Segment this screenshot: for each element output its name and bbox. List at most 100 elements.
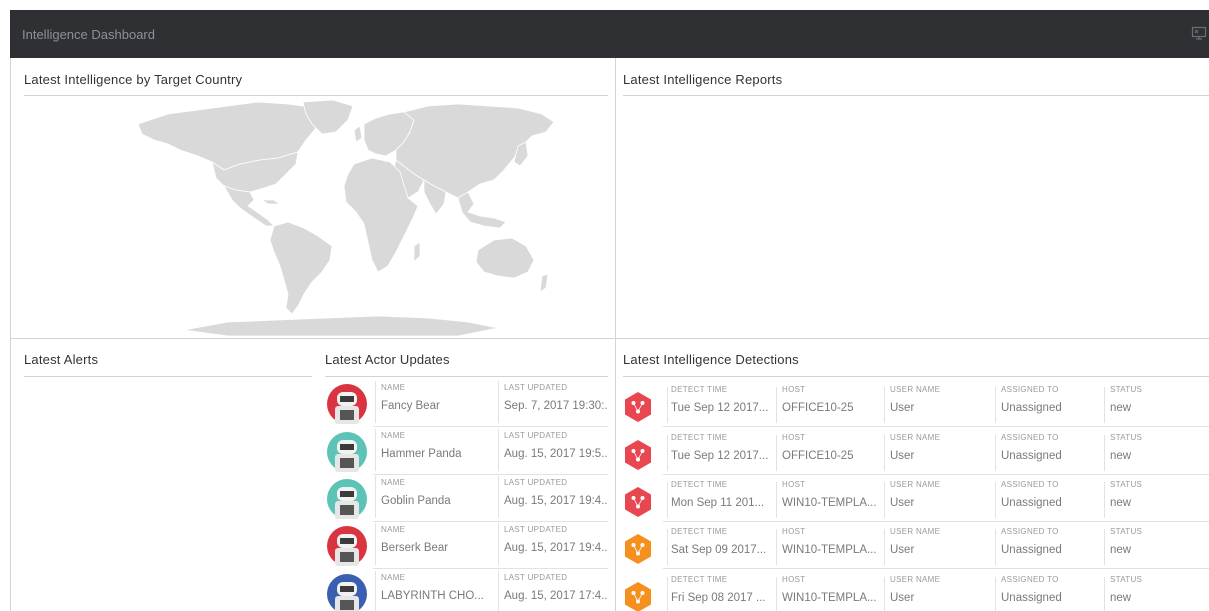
column-separator [498, 429, 499, 471]
actor-name[interactable]: Fancy Bear [381, 400, 493, 412]
map-panel-title: Latest Intelligence by Target Country [24, 72, 243, 87]
grid-divider [615, 58, 616, 611]
assigned-to-column-label: ASSIGNED TO [1001, 527, 1059, 536]
host-column-label: HOST [782, 433, 806, 442]
user-name-value: User [890, 544, 915, 556]
map-region-new-zealand[interactable] [539, 273, 549, 293]
map-region-caribbean[interactable] [260, 199, 282, 205]
status-value: new [1110, 497, 1132, 509]
updated-column-label: LAST UPDATED [504, 383, 568, 392]
assigned-to-column-label: ASSIGNED TO [1001, 575, 1059, 584]
name-column-label: NAME [381, 383, 406, 392]
detect-time-column-label: DETECT TIME [671, 480, 728, 489]
dashboard-header: Intelligence Dashboard [10, 10, 1209, 58]
status-column-label: STATUS [1110, 480, 1143, 489]
status-value: new [1110, 450, 1132, 462]
actor-name[interactable]: Berserk Bear [381, 542, 493, 554]
actor-name[interactable]: Hammer Panda [381, 448, 493, 460]
column-separator [884, 577, 885, 611]
assigned-to-value: Unassigned [1001, 402, 1062, 414]
column-separator [776, 435, 777, 471]
user-name-column-label: USER NAME [890, 433, 941, 442]
assigned-to-value: Unassigned [1001, 450, 1062, 462]
map-region-madagascar[interactable] [413, 241, 421, 263]
world-map[interactable] [128, 100, 558, 336]
panel-title-underline [623, 376, 1209, 377]
host-value: WIN10-TEMPLA... [782, 544, 877, 556]
bear-avatar [327, 526, 367, 566]
map-region-central-america[interactable] [223, 185, 275, 227]
detection-row[interactable]: DETECT TIME Tue Sep 12 2017... HOST OFFICE1… [623, 379, 1209, 427]
name-column-label: NAME [381, 478, 406, 487]
column-separator [375, 571, 376, 611]
column-separator [884, 529, 885, 565]
name-column-label: NAME [381, 525, 406, 534]
panel-title-underline [325, 376, 608, 377]
detection-severity-icon [625, 392, 651, 422]
name-column-label: NAME [381, 573, 406, 582]
user-name-value: User [890, 497, 915, 509]
user-name-column-label: USER NAME [890, 575, 941, 584]
user-name-column-label: USER NAME [890, 385, 941, 394]
column-separator [498, 571, 499, 611]
panel-title-underline [623, 95, 1209, 96]
detect-time-column-label: DETECT TIME [671, 385, 728, 394]
detect-time-value: Tue Sep 12 2017... [671, 402, 769, 414]
actor-row[interactable]: NAME Goblin Panda LAST UPDATED Aug. 15, … [325, 474, 608, 522]
window-top-strip [0, 0, 1209, 10]
actor-name[interactable]: Goblin Panda [381, 495, 493, 507]
detection-severity-icon [625, 487, 651, 517]
map-region-southeast-asia[interactable] [457, 191, 507, 229]
status-value: new [1110, 544, 1132, 556]
column-separator [995, 482, 996, 518]
actor-row[interactable]: NAME Berserk Bear LAST UPDATED Aug. 15, … [325, 521, 608, 569]
map-region-south-america[interactable] [269, 221, 333, 315]
column-separator [667, 435, 668, 471]
column-separator [498, 476, 499, 518]
actor-row[interactable]: NAME Fancy Bear LAST UPDATED Sep. 7, 201… [325, 379, 608, 427]
panel-title-underline [24, 376, 312, 377]
user-name-value: User [890, 402, 915, 414]
actor-last-updated: Aug. 15, 2017 19:4... [504, 495, 608, 507]
monitor-icon[interactable] [1191, 25, 1207, 41]
detection-row[interactable]: DETECT TIME Mon Sep 11 201... HOST WIN10-TE… [623, 474, 1209, 522]
detect-time-value: Sat Sep 09 2017... [671, 544, 767, 556]
grid-divider [10, 58, 11, 611]
status-value: new [1110, 402, 1132, 414]
assigned-to-column-label: ASSIGNED TO [1001, 385, 1059, 394]
column-separator [995, 577, 996, 611]
detect-time-column-label: DETECT TIME [671, 433, 728, 442]
column-separator [375, 476, 376, 518]
detect-time-value: Tue Sep 12 2017... [671, 450, 769, 462]
column-separator [884, 435, 885, 471]
detection-severity-icon [625, 534, 651, 564]
host-column-label: HOST [782, 575, 806, 584]
map-region-antarctica[interactable] [183, 315, 499, 336]
updated-column-label: LAST UPDATED [504, 525, 568, 534]
map-region-australia[interactable] [475, 237, 535, 279]
detection-severity-icon [625, 440, 651, 470]
map-region-uk[interactable] [353, 125, 363, 143]
column-separator [776, 577, 777, 611]
detection-row[interactable]: DETECT TIME Tue Sep 12 2017... HOST OFFICE1… [623, 427, 1209, 475]
status-column-label: STATUS [1110, 433, 1143, 442]
user-name-column-label: USER NAME [890, 527, 941, 536]
column-separator [498, 523, 499, 565]
actor-row[interactable]: NAME LABYRINTH CHO... LAST UPDATED Aug. … [325, 569, 608, 611]
user-name-column-label: USER NAME [890, 480, 941, 489]
detections-panel-title: Latest Intelligence Detections [623, 352, 799, 367]
assigned-to-column-label: ASSIGNED TO [1001, 433, 1059, 442]
detection-row[interactable]: DETECT TIME Fri Sep 08 2017 ... HOST WIN10-… [623, 569, 1209, 611]
status-value: new [1110, 592, 1132, 604]
updated-column-label: LAST UPDATED [504, 431, 568, 440]
name-column-label: NAME [381, 431, 406, 440]
updated-column-label: LAST UPDATED [504, 573, 568, 582]
actor-last-updated: Aug. 15, 2017 19:5... [504, 448, 608, 460]
column-separator [776, 529, 777, 565]
column-separator [498, 381, 499, 423]
column-separator [667, 577, 668, 611]
map-region-north-america[interactable] [137, 101, 329, 171]
actor-name[interactable]: LABYRINTH CHO... [381, 590, 493, 602]
actor-row[interactable]: NAME Hammer Panda LAST UPDATED Aug. 15, … [325, 427, 608, 475]
detection-row[interactable]: DETECT TIME Sat Sep 09 2017... HOST WIN10-T… [623, 521, 1209, 569]
